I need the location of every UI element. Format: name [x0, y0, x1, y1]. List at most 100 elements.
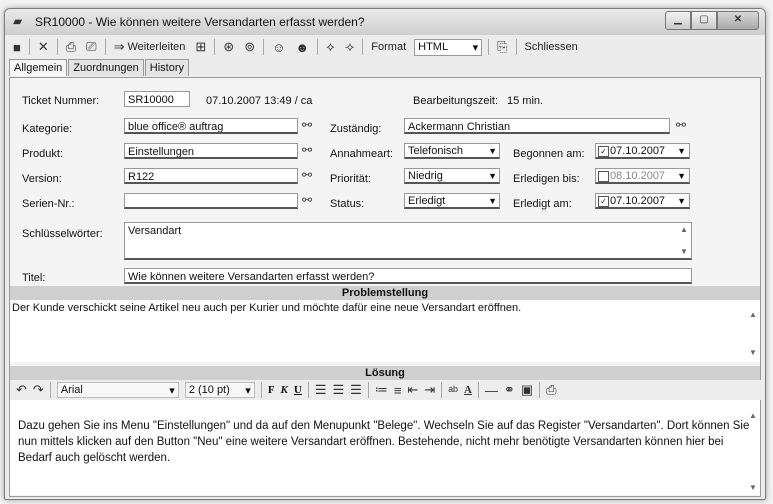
- align-left-icon[interactable]: ☰: [315, 382, 327, 398]
- erledigt-date[interactable]: ✓ 07.10.2007 ▼: [595, 193, 690, 209]
- solution-header: Lösung: [10, 366, 760, 380]
- solution-text-area[interactable]: Dazu gehen Sie ins Menu "Einstellungen" …: [10, 400, 760, 495]
- tab-zuordnungen[interactable]: Zuordnungen: [68, 59, 144, 76]
- scroll-up-icon[interactable]: ▲: [679, 225, 689, 234]
- outdent-icon[interactable]: ⇤: [407, 382, 418, 398]
- forward-button[interactable]: ⇒ Weiterleiten: [112, 38, 188, 56]
- chevron-down-icon: ▼: [677, 171, 686, 181]
- chevron-down-icon: ▾: [245, 384, 251, 397]
- scroll-down-icon[interactable]: ▼: [748, 348, 758, 357]
- scroll-down-icon[interactable]: ▼: [679, 247, 689, 256]
- produkt-field[interactable]: Einstellungen: [124, 143, 298, 159]
- problem-header: Problemstellung: [10, 286, 760, 300]
- bullet-list-icon[interactable]: ≡: [394, 383, 402, 398]
- help-icon[interactable]: ⊛: [221, 38, 236, 56]
- title-bar[interactable]: ▰ SR10000 - Wie können weitere Versandar…: [5, 9, 765, 35]
- chevron-down-icon: ▼: [488, 146, 497, 156]
- link-icon[interactable]: ⟡: [324, 38, 337, 56]
- serien-label: Serien-Nr.:: [22, 198, 75, 210]
- zustaendig-field[interactable]: Ackermann Christian: [404, 118, 670, 134]
- erledigt-checkbox[interactable]: ✓: [598, 196, 609, 207]
- zustaendig-label: Zuständig:: [330, 123, 382, 135]
- preview-icon[interactable]: ⎙: [64, 38, 78, 56]
- info-icon[interactable]: ⊚: [242, 38, 257, 56]
- binoculars-icon[interactable]: ⚯: [676, 118, 686, 132]
- align-right-icon[interactable]: ☰: [350, 382, 362, 398]
- titel-label: Titel:: [22, 272, 46, 284]
- general-panel: Ticket Nummer: SR10000 07.10.2007 13:49 …: [9, 77, 765, 497]
- forward-icon: ⇒: [113, 39, 125, 54]
- unlink-icon[interactable]: ⟢: [343, 38, 357, 56]
- serien-field[interactable]: [124, 193, 298, 209]
- font-select[interactable]: Arial ▾: [56, 382, 179, 398]
- scroll-up-icon[interactable]: ▲: [748, 310, 758, 319]
- status-select[interactable]: Erledigt ▼: [404, 193, 500, 209]
- prioritaet-select[interactable]: Niedrig ▼: [404, 168, 500, 184]
- tab-allgemein[interactable]: Allgemein: [9, 59, 68, 76]
- begonnen-checkbox[interactable]: ✓: [598, 146, 609, 157]
- maximize-button[interactable]: ▢: [691, 11, 717, 30]
- italic-icon[interactable]: K: [281, 384, 288, 396]
- kategorie-label: Kategorie:: [22, 123, 73, 135]
- preview-icon[interactable]: ⎙: [546, 382, 556, 398]
- user-icon[interactable]: ☺: [270, 38, 287, 56]
- chevron-down-icon: ▼: [488, 171, 497, 181]
- close-ticket-button[interactable]: Schliessen: [523, 38, 580, 56]
- minimize-button[interactable]: ▁: [665, 11, 691, 30]
- prioritaet-label: Priorität:: [330, 173, 371, 185]
- ticket-number-field[interactable]: SR10000: [124, 91, 190, 107]
- keywords-field[interactable]: Versandart ▲ ▼: [124, 222, 692, 260]
- ticket-window: ▰ SR10000 - Wie können weitere Versandar…: [4, 8, 766, 500]
- produkt-label: Produkt:: [22, 148, 63, 160]
- bold-icon[interactable]: F: [268, 384, 275, 396]
- undo-icon[interactable]: ↶: [16, 382, 27, 398]
- image-icon[interactable]: ▣: [521, 382, 533, 398]
- font-color-icon[interactable]: A: [464, 384, 472, 396]
- erledigen-label: Erledigen bis:: [513, 173, 580, 185]
- titel-field[interactable]: Wie können weitere Versandarten erfasst …: [124, 268, 692, 284]
- annahmeart-select[interactable]: Telefonisch ▼: [404, 143, 500, 159]
- version-field[interactable]: R122: [124, 168, 298, 184]
- horizontal-rule-icon[interactable]: —: [485, 383, 498, 398]
- problem-text-area[interactable]: Der Kunde verschickt seine Artikel neu a…: [10, 300, 760, 362]
- richtext-toolbar: ↶ ↷ Arial ▾ 2 (10 pt) ▾ F K U ☰ ☰ ☰ ≔ ≡ ⇤ …: [10, 380, 765, 400]
- attach-icon[interactable]: ⊞: [193, 38, 208, 56]
- erledigen-checkbox[interactable]: [598, 171, 609, 182]
- size-select[interactable]: 2 (10 pt) ▾: [184, 382, 255, 398]
- save-icon[interactable]: ■: [11, 38, 23, 56]
- begonnen-label: Begonnen am:: [513, 148, 585, 160]
- format-select[interactable]: HTML ▾: [414, 38, 483, 56]
- toolbar: ■ ✕ ⎙ ⎚ ⇒ Weiterleiten ⊞ ⊛ ⊚ ☺ ☻ ⟡ ⟢ Form…: [7, 37, 763, 57]
- format-label: Format: [371, 41, 407, 53]
- binoculars-icon[interactable]: ⚯: [302, 168, 312, 182]
- indent-icon[interactable]: ⇥: [424, 382, 435, 398]
- schluessel-label: Schlüsselwörter:: [22, 228, 103, 240]
- chevron-down-icon: ▼: [677, 196, 686, 206]
- scroll-down-icon[interactable]: ▼: [748, 480, 758, 496]
- binoculars-icon[interactable]: ⚯: [302, 118, 312, 132]
- begonnen-date[interactable]: ✓ 07.10.2007 ▼: [595, 143, 690, 159]
- numbered-list-icon[interactable]: ≔: [375, 382, 388, 398]
- spellcheck-icon[interactable]: ᵃᵇ: [448, 383, 458, 398]
- erledigen-date[interactable]: 08.10.2007 ▼: [595, 168, 690, 184]
- worktime-label: Bearbeitungszeit:: [413, 95, 498, 107]
- status-label: Status:: [330, 198, 365, 210]
- chevron-down-icon: ▾: [472, 41, 479, 54]
- window-title: SR10000 - Wie können weitere Versandarte…: [35, 15, 365, 29]
- link-icon[interactable]: ⚭: [504, 382, 515, 398]
- chevron-down-icon: ▾: [169, 384, 175, 397]
- kategorie-field[interactable]: blue office® auftrag: [124, 118, 298, 134]
- worktime-value: 15 min.: [507, 95, 544, 107]
- binoculars-icon[interactable]: ⚯: [302, 193, 312, 207]
- close-button[interactable]: ✕: [717, 11, 759, 30]
- redo-icon[interactable]: ↷: [33, 382, 44, 398]
- binoculars-icon[interactable]: ⚯: [302, 143, 312, 157]
- align-center-icon[interactable]: ☰: [333, 382, 345, 398]
- clipboard-icon[interactable]: ⎘: [495, 38, 509, 56]
- delete-icon[interactable]: ✕: [36, 38, 51, 56]
- scroll-up-icon[interactable]: ▲: [748, 408, 758, 424]
- print-icon[interactable]: ⎚: [84, 38, 98, 56]
- tab-history[interactable]: History: [144, 59, 189, 76]
- underline-icon[interactable]: U: [294, 384, 302, 396]
- user-settings-icon[interactable]: ☻: [293, 38, 311, 56]
